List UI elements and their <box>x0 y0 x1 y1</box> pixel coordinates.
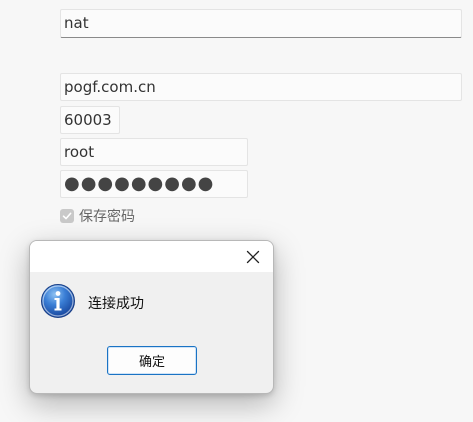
password-input[interactable]: ●●●●●●●●● <box>60 170 248 198</box>
port-input[interactable]: 60003 <box>60 106 120 134</box>
close-button[interactable] <box>241 245 265 269</box>
save-password-checkbox[interactable] <box>60 209 74 223</box>
check-icon <box>62 212 72 220</box>
host-input[interactable]: pogf.com.cn <box>60 73 462 101</box>
close-icon <box>246 250 260 264</box>
save-password-label: 保存密码 <box>79 209 135 225</box>
dialog-title-bar <box>30 241 273 272</box>
ok-button[interactable]: 确定 <box>107 346 197 375</box>
message-dialog: 连接成功 确定 <box>29 240 274 394</box>
save-password-row: 保存密码 <box>60 207 135 225</box>
dialog-message: 连接成功 <box>88 296 144 312</box>
username-input[interactable]: root <box>60 138 248 166</box>
name-input[interactable]: nat <box>60 9 462 38</box>
info-icon <box>41 284 75 318</box>
